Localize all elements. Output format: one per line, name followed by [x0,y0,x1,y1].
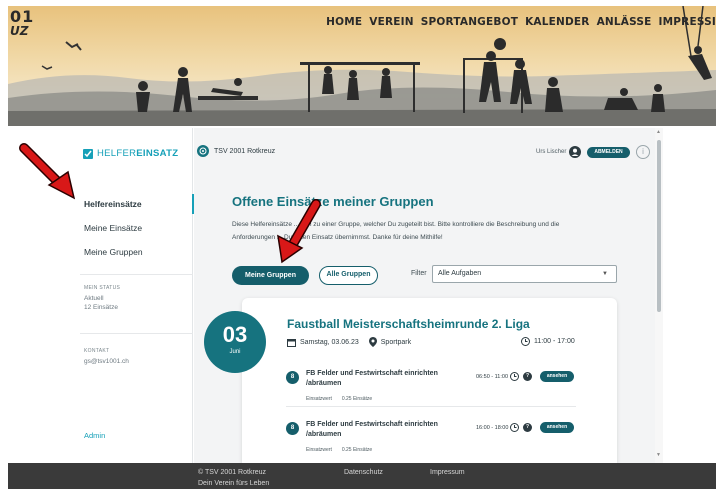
task-item: 8 FB Felder und Festwirtschaft einrichte… [286,369,576,409]
scrollbar-thumb[interactable] [657,140,661,312]
nav-verein[interactable]: VEREIN [369,16,413,28]
site-logo[interactable]: 01 UZ [10,7,35,39]
sidebar-item-meine-einsaetze[interactable]: Meine Einsätze [80,216,193,240]
event-date: Samstag, 03.06.23 [300,338,359,346]
task-divider [286,406,576,407]
app-frame: HELFER EINSATZ Helfereinsätze Meine Einsä… [8,128,665,463]
scroll-down-icon[interactable]: ▼ [656,452,661,458]
task-value-label: Einsatzwert [306,447,332,453]
task-value-label: Einsatzwert [306,396,332,402]
scroll-up-icon[interactable]: ▲ [656,129,661,135]
site-footer: © TSV 2001 Rotkreuz Dein Verein fürs Leb… [8,463,716,489]
view-task-button[interactable]: ansehen [540,371,574,382]
filter-select[interactable]: Alle Aufgaben ▼ [432,265,617,283]
nav-impressum[interactable]: IMPRESSI [659,16,716,28]
task-info-icon[interactable]: ? [523,372,532,381]
task-slots-badge: 8 [286,371,299,384]
sidebar-nav: Helfereinsätze Meine Einsätze Meine Grup… [80,192,194,264]
footer-copyright: © TSV 2001 Rotkreuz Dein Verein fürs Leb… [198,467,269,489]
user-avatar-icon[interactable] [569,146,581,158]
main-content: TSV 2001 Rotkreuz Urs Lischer ABMELDEN i… [194,128,656,463]
task-value: Einsatzwert 0.25 Einsätze [306,396,372,402]
page-title: Offene Einsätze meiner Gruppen [232,194,434,209]
view-task-button[interactable]: ansehen [540,422,574,433]
all-groups-button[interactable]: Alle Gruppen [319,266,378,285]
nav-home[interactable]: HOME [326,16,362,28]
intro-line-1: Diese Helfereinsätze ... sen zu einer Gr… [232,221,560,228]
contact-email[interactable]: gs@tsv1001.ch [84,357,129,366]
checkbox-logo-icon [83,148,93,159]
sidebar-divider [80,274,193,275]
location-pin-icon [368,337,377,347]
task-value-amount: 0.25 Einsätze [341,396,373,402]
status-heading: MEIN STATUS [84,285,121,291]
admin-link[interactable]: Admin [84,431,105,440]
event-day: 03 [222,322,248,347]
task-time: 16:00 - 18:00 [476,425,509,431]
logo-text-2: UZ [10,24,29,38]
contact-heading: KONTAKT [84,348,110,354]
nav-kalender[interactable]: KALENDER [525,16,590,28]
site-banner: 01 UZ HOME VEREIN SPORTANGEBOT KALENDER … [8,6,716,126]
task-name: FB Felder und Festwirtschaft einrichten … [306,421,438,438]
logout-button[interactable]: ABMELDEN [587,147,630,158]
logo-text-1: 01 [10,7,35,26]
vertical-scrollbar[interactable]: ▲ ▼ [655,128,663,463]
intro-text: Diese Helfereinsätze ... sen zu einer Gr… [232,218,612,244]
event-location: Sportpark [380,338,412,346]
sidebar-divider [80,333,193,334]
brand-text-1: HELFER [97,148,137,159]
status-line-1: Aktuell [84,295,104,302]
task-time: 06:50 - 11:00 [476,374,509,380]
nav-sportangebot[interactable]: SPORTANGEBOT [421,16,518,28]
top-navigation: HOME VEREIN SPORTANGEBOT KALENDER ANLÄSS… [326,16,716,28]
event-meta: Samstag, 03.06.23 Sportpark [287,337,411,347]
brand-text-2: EINSATZ [136,148,179,159]
sidebar-item-helfereinsaetze[interactable]: Helfereinsätze [80,192,194,216]
slogan-text: Dein Verein fürs Leben [198,480,270,487]
event-title[interactable]: Faustball Meisterschaftsheimrunde 2. Lig… [287,317,530,331]
event-time: 11:00 - 17:00 [521,337,575,346]
calendar-icon [287,338,296,347]
sidebar-item-meine-gruppen[interactable]: Meine Gruppen [80,240,193,264]
copyright-text: © TSV 2001 Rotkreuz [198,469,267,476]
task-info-icon[interactable]: ? [523,423,532,432]
intro-line-2: Anforderungen ... Du einen Einsatz übern… [232,234,443,241]
privacy-link[interactable]: Datenschutz [344,469,383,476]
clock-icon [521,337,530,346]
sidebar: HELFER EINSATZ Helfereinsätze Meine Einsä… [8,128,194,463]
info-icon[interactable]: i [636,145,650,159]
task-slots-badge: 8 [286,422,299,435]
filter-selected-value: Alle Aufgaben [438,270,482,277]
task-item: 8 FB Felder und Festwirtschaft einrichte… [286,420,576,460]
chevron-down-icon: ▼ [602,271,608,277]
user-name: Urs Lischer [536,149,567,155]
event-month: Juni [229,349,241,355]
clock-icon [510,423,519,432]
event-date-badge: 03 Juni [204,311,266,373]
event-time-range: 11:00 - 17:00 [534,338,575,345]
filter-label: Filter [411,270,427,277]
app-brand[interactable]: HELFER EINSATZ [83,148,178,159]
club-name: TSV 2001 Rotkreuz [214,148,276,155]
my-groups-button[interactable]: Meine Gruppen [232,266,309,285]
task-value-amount: 0.25 Einsätze [341,447,373,453]
nav-anlaesse[interactable]: ANLÄSSE [597,16,652,28]
status-line-2: 12 Einsätze [84,304,118,311]
task-value: Einsatzwert 0.25 Einsätze [306,447,372,453]
task-name: FB Felder und Festwirtschaft einrichten … [306,370,438,387]
clock-icon [510,372,519,381]
club-logo-icon [197,145,209,157]
imprint-link[interactable]: Impressum [430,469,465,476]
